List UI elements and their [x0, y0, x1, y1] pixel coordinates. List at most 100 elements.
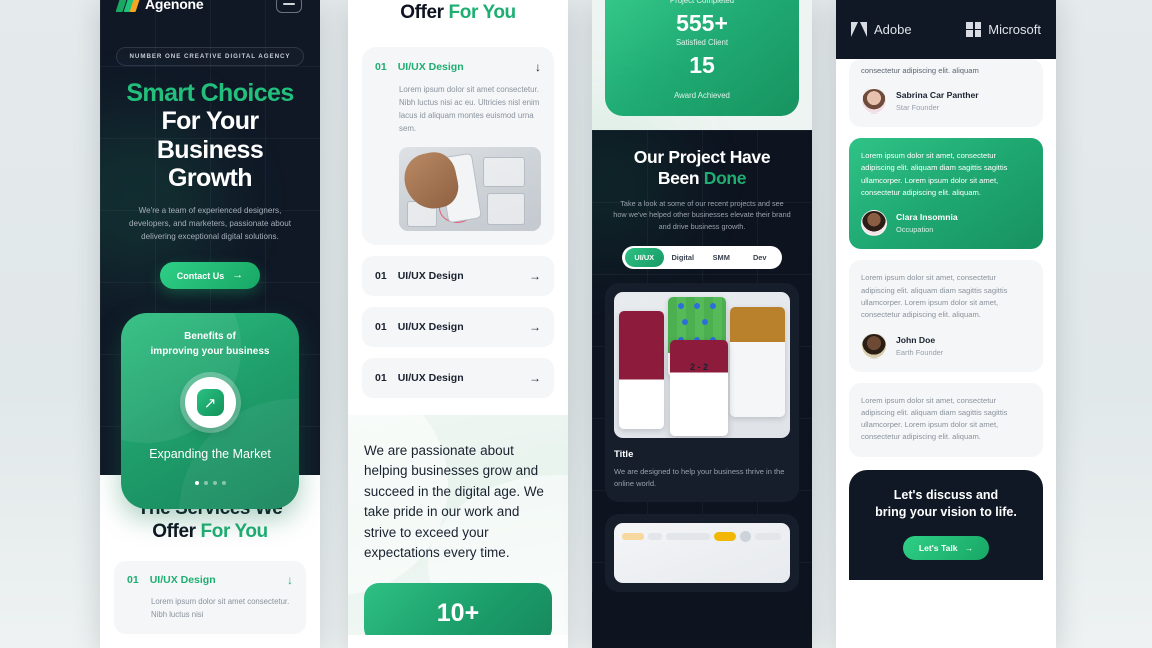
stat-card-years: 10+: [364, 582, 552, 635]
testimonial-quote: Lorem ipsum dolor sit amet, consectetur …: [861, 151, 1008, 198]
mock-toolbar: [622, 530, 782, 542]
carousel-dot[interactable]: [221, 481, 226, 486]
arrow-right-icon[interactable]: →: [529, 320, 541, 334]
stat-label: Project Completed: [669, 0, 735, 5]
screen-2-content: Offer For You 01 UI/UX Design ↓ Lorem ip…: [348, 0, 568, 648]
logo[interactable]: Agenone: [115, 0, 204, 12]
arrow-right-icon[interactable]: →: [529, 269, 541, 283]
stat-label: Award Achieved: [674, 90, 730, 100]
testimonial-quote: Lorem ipsum dolor sit amet, consectetur …: [861, 395, 1008, 442]
benefits-title-line1: Benefits of: [184, 331, 236, 343]
cta-heading: Let's discuss and bring your vision to l…: [864, 487, 1028, 523]
hero-subtext: We're a team of experienced designers, d…: [129, 206, 291, 242]
hero-headline-accent: Smart Choices: [126, 79, 294, 107]
avatar: [861, 88, 887, 115]
hamburger-menu-icon[interactable]: [276, 0, 302, 13]
avatar: [861, 210, 887, 237]
screenshot-stage: Agenone NUMBER ONE CREATIVE DIGITAL AGEN…: [0, 0, 1152, 648]
offer-heading: Offer For You: [362, 0, 554, 24]
accordion-title: UI/UX Design: [397, 371, 464, 384]
tagline-badge: NUMBER ONE CREATIVE DIGITAL AGENCY: [115, 47, 305, 66]
project-card[interactable]: [605, 513, 799, 592]
project-thumbnail-worldcup-app: 2 - 2: [614, 291, 790, 438]
carousel-dot[interactable]: [212, 481, 217, 486]
chevron-down-icon[interactable]: ↓: [287, 573, 293, 587]
projects-heading-accent: Done: [703, 167, 747, 188]
projects-heading-line2: Been: [657, 167, 700, 188]
accordion-image-wireframe-sketch: [399, 146, 541, 231]
lets-talk-label: Let's Talk: [918, 543, 958, 554]
tab-dev[interactable]: Dev: [741, 253, 780, 262]
testimonial-name: John Doe: [896, 334, 936, 345]
services-heading-accent: For You: [200, 521, 269, 543]
hero-headline: Smart Choices For Your Business Growth: [114, 79, 306, 192]
testimonial-card[interactable]: consectetur adipiscing elit. aliquam Sab…: [849, 59, 1043, 128]
offer-heading-dark: Offer: [400, 2, 444, 23]
benefits-title: Benefits of improving your business: [121, 330, 299, 359]
benefits-title-line2: improving your business: [150, 345, 270, 357]
projects-subtext: Take a look at some of our recent projec…: [613, 198, 791, 232]
service-title: UI/UX Design: [149, 574, 216, 587]
screen-4-content: Adobe Microsoft consectetur adipiscing e…: [836, 0, 1056, 648]
benefits-caption: Expanding the Market: [149, 447, 271, 462]
testimonials-section: consectetur adipiscing elit. aliquam Sab…: [836, 59, 1056, 581]
logo-text: Agenone: [145, 0, 204, 12]
service-description: Lorem ipsum dolor sit amet consectetur. …: [151, 597, 290, 619]
accordion-item-collapsed[interactable]: 01 UI/UX Design →: [362, 306, 554, 347]
accordion-number: 01: [375, 371, 387, 384]
accordion-title: UI/UX Design: [397, 61, 464, 73]
logo-mark-icon: [115, 0, 141, 12]
stat-card-label: [364, 590, 552, 597]
hero-section: Agenone NUMBER ONE CREATIVE DIGITAL AGEN…: [100, 0, 320, 510]
accordion-header[interactable]: 01 UI/UX Design ↓: [375, 60, 541, 74]
project-filter-tabs[interactable]: UI/UX Digital SMM Dev: [622, 245, 782, 269]
accordion-number: 01: [375, 269, 387, 282]
testimonial-author: John Doe Earth Founder: [861, 332, 1031, 359]
accordion-number: 01: [375, 320, 387, 333]
mock-phone-screen-overlay: 2 - 2: [670, 339, 728, 436]
avatar: [861, 332, 887, 359]
service-accordion-header[interactable]: 01 UI/UX Design ↓: [127, 573, 293, 587]
projects-section: Our Project Have Been Done Take a look a…: [592, 109, 812, 592]
arrow-right-icon[interactable]: →: [529, 371, 541, 385]
expand-arrows-icon: ↗: [196, 389, 224, 417]
stats-section: Project Completed 555+ Satisfied Client …: [592, 0, 812, 130]
accordion-item-collapsed[interactable]: 01 UI/UX Design →: [362, 357, 554, 398]
stat-label: Satisfied Client: [675, 37, 728, 47]
contact-us-button[interactable]: Contact Us →: [159, 262, 261, 290]
testimonial-role: Star Founder: [896, 103, 940, 113]
arrow-right-icon: →: [964, 543, 974, 554]
chevron-down-icon[interactable]: ↓: [535, 60, 541, 74]
testimonial-card[interactable]: Lorem ipsum dolor sit amet, consectetur …: [849, 382, 1043, 457]
tab-smm[interactable]: SMM: [702, 253, 741, 262]
benefits-card[interactable]: Benefits of improving your business ↗ Ex…: [121, 313, 299, 510]
hero-headline-rest: For Your Business Growth: [156, 107, 264, 192]
project-title: Title: [614, 448, 634, 460]
accordion-item-collapsed[interactable]: 01 UI/UX Design →: [362, 255, 554, 296]
carousel-dots[interactable]: [121, 481, 299, 486]
service-accordion-item[interactable]: 01 UI/UX Design ↓ Lorem ipsum dolor sit …: [114, 561, 306, 634]
about-text: We are passionate about helping business…: [364, 442, 544, 561]
testimonial-card[interactable]: Lorem ipsum dolor sit amet, consectetur …: [849, 260, 1043, 372]
carousel-dot[interactable]: [194, 481, 199, 486]
accordion-item-expanded[interactable]: 01 UI/UX Design ↓ Lorem ipsum dolor sit …: [362, 47, 554, 245]
testimonial-author: Sabrina Car Panther Star Founder: [861, 88, 1031, 115]
brand-microsoft-label: Microsoft: [988, 22, 1041, 37]
projects-heading-line1: Our Project Have: [633, 146, 771, 167]
testimonial-card[interactable]: Lorem ipsum dolor sit amet, consectetur …: [849, 138, 1043, 250]
services-offer-section: Offer For You 01 UI/UX Design ↓ Lorem ip…: [348, 0, 568, 398]
mock-phone-screen: [730, 306, 785, 417]
service-number: 01: [127, 574, 139, 587]
tab-uiux[interactable]: UI/UX: [625, 247, 664, 267]
tab-digital[interactable]: Digital: [664, 253, 703, 262]
brand-adobe: Adobe: [851, 22, 912, 37]
stats-card: Project Completed 555+ Satisfied Client …: [605, 0, 799, 116]
accordion-title: UI/UX Design: [397, 320, 464, 333]
project-card[interactable]: 2 - 2 Title We are designed to help your…: [605, 282, 799, 502]
carousel-dot[interactable]: [203, 481, 208, 486]
lets-talk-button[interactable]: Let's Talk →: [902, 536, 990, 561]
match-score: 2 - 2: [689, 361, 708, 372]
project-description: We are designed to help your business th…: [614, 466, 785, 488]
brand-microsoft: Microsoft: [966, 22, 1041, 37]
testimonial-role: Occupation: [896, 225, 934, 235]
